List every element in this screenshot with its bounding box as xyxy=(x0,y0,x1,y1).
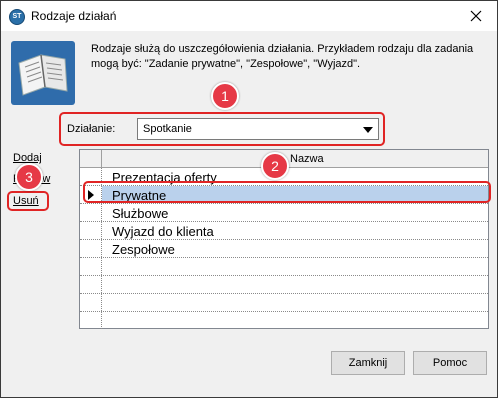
row-indicator[interactable] xyxy=(80,312,102,329)
help-button[interactable]: Pomoc xyxy=(413,351,487,375)
close-button[interactable]: Zamknij xyxy=(331,351,405,375)
table-row[interactable]: Służbowe xyxy=(80,204,488,222)
row-indicator[interactable] xyxy=(80,204,102,221)
row-indicator[interactable] xyxy=(80,294,102,311)
app-logo-icon: ST xyxy=(9,9,25,25)
table-row-empty[interactable] xyxy=(80,312,488,330)
row-indicator[interactable] xyxy=(80,240,102,257)
grid-header-corner xyxy=(80,150,102,168)
row-name: Wyjazd do klienta xyxy=(112,224,214,239)
table-row[interactable]: Zespołowe xyxy=(80,240,488,258)
title-bar[interactable]: ST Rodzaje działań xyxy=(1,1,497,31)
info-panel: Rodzaje służą do uszczegółowienia działa… xyxy=(1,31,497,113)
row-indicator[interactable] xyxy=(80,222,102,239)
row-indicator[interactable] xyxy=(80,258,102,275)
info-text: Rodzaje służą do uszczegółowienia działa… xyxy=(91,43,474,70)
row-name: Zespołowe xyxy=(112,242,175,257)
close-icon xyxy=(470,10,482,22)
dialog-window: ST Rodzaje działań Rodzaje służą do uszc… xyxy=(0,0,498,398)
callout-highlight-action xyxy=(59,112,385,146)
table-row-empty[interactable] xyxy=(80,276,488,294)
row-name: Służbowe xyxy=(112,206,169,221)
callout-highlight-delete xyxy=(7,191,49,211)
book-icon xyxy=(11,41,75,105)
window-title: Rodzaje działań xyxy=(31,9,117,23)
callout-badge-2: 2 xyxy=(261,152,289,180)
table-row[interactable]: Wyjazd do klienta xyxy=(80,222,488,240)
table-row-empty[interactable] xyxy=(80,294,488,312)
callout-badge-1: 1 xyxy=(211,82,239,110)
callout-badge-3: 3 xyxy=(15,163,43,191)
callout-highlight-row xyxy=(83,181,491,203)
window-close-button[interactable] xyxy=(461,5,491,27)
column-header-name[interactable]: Nazwa xyxy=(290,153,324,165)
row-indicator[interactable] xyxy=(80,276,102,293)
table-row-empty[interactable] xyxy=(80,258,488,276)
